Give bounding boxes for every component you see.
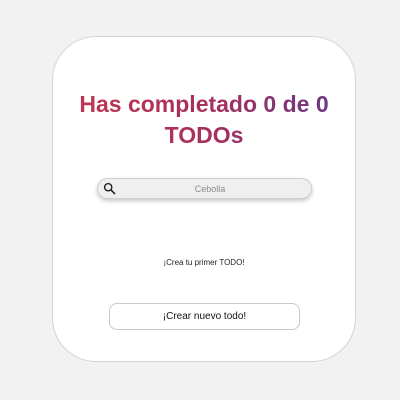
title-line-2: TODOs (164, 122, 244, 148)
page-title: Has completado 0 de 0 TODOs (53, 89, 355, 151)
title-line-1: Has completado 0 de 0 (79, 91, 329, 117)
create-todo-button[interactable]: ¡Crear nuevo todo! (109, 303, 300, 330)
search-input[interactable] (120, 179, 300, 198)
empty-list-message: ¡Crea tu primer TODO! (163, 258, 245, 267)
search-bar (97, 178, 312, 199)
todo-card: Has completado 0 de 0 TODOs ¡Crea tu pri… (52, 36, 356, 362)
search-icon (103, 182, 116, 195)
